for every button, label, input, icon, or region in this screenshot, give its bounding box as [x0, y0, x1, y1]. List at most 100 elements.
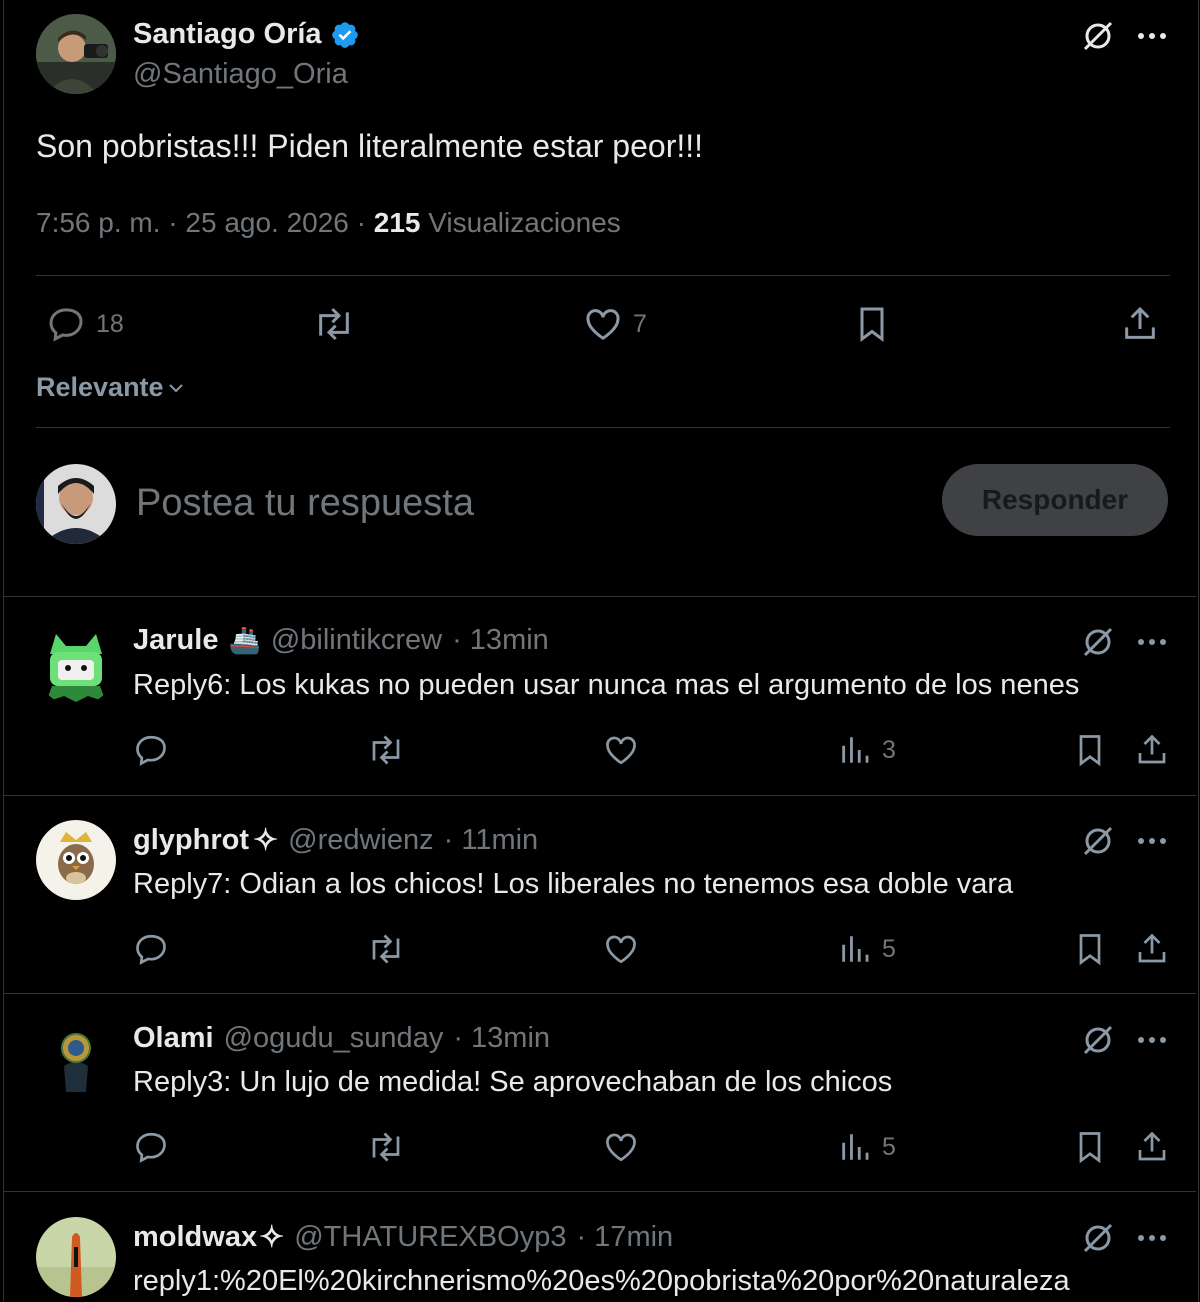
post-meta: 7:56 p. m. · 25 ago. 2026 · 215 Visualiz… [36, 207, 621, 239]
sparkle-badge-icon: ✧ [253, 824, 279, 857]
repost-button[interactable] [366, 1129, 406, 1165]
reply-submit-button[interactable]: Responder [942, 464, 1168, 536]
reply-icon [136, 1132, 166, 1163]
analytics-icon [842, 1134, 869, 1160]
like-count: 7 [633, 309, 647, 338]
more-options-icon[interactable] [1136, 632, 1168, 652]
share-icon [1138, 1131, 1166, 1161]
bookmark-button[interactable] [852, 304, 892, 344]
heart-icon [606, 736, 636, 765]
bookmark-button[interactable] [1072, 1129, 1108, 1165]
reply-author-handle[interactable]: @bilintikcrew [271, 624, 442, 657]
reply-author-handle[interactable]: @redwienz [288, 824, 434, 857]
share-button[interactable] [1134, 1129, 1170, 1165]
bookmark-icon [1079, 934, 1101, 966]
sort-label: Relevante [36, 372, 164, 402]
reply-button[interactable] [133, 1129, 169, 1165]
author-name[interactable]: Santiago Oría [133, 18, 322, 51]
author-avatar[interactable] [36, 14, 116, 94]
reply-input[interactable] [134, 474, 898, 532]
grok-icon[interactable] [1080, 624, 1116, 660]
bookmark-button[interactable] [1072, 732, 1108, 768]
share-button[interactable] [1120, 304, 1160, 344]
post-timestamp[interactable]: 7:56 p. m. · 25 ago. 2026 · [36, 207, 374, 238]
reply-count: 18 [96, 309, 124, 338]
divider [4, 596, 1196, 597]
reply-author-name[interactable]: Olami [133, 1022, 214, 1055]
like-button[interactable] [603, 732, 639, 768]
views-button[interactable]: 5 [838, 931, 896, 967]
share-icon [1138, 734, 1166, 764]
grok-icon[interactable] [1080, 18, 1116, 54]
more-options-icon[interactable] [1136, 831, 1168, 851]
reply-author-handle[interactable]: @ogudu_sunday [224, 1022, 444, 1055]
divider [4, 795, 1196, 796]
heart-icon [586, 309, 620, 340]
reply-avatar[interactable] [36, 626, 116, 706]
heart-icon [606, 935, 636, 964]
views-count: 215 [373, 207, 421, 238]
like-button[interactable] [603, 931, 639, 967]
reply-text: reply1:%20El%20kirchnerismo%20es%20pobri… [133, 1265, 1070, 1297]
repost-button[interactable] [312, 304, 356, 344]
share-button[interactable] [1134, 732, 1170, 768]
bookmark-icon [1079, 735, 1101, 767]
grok-icon[interactable] [1080, 1220, 1116, 1256]
reply-icon [136, 735, 166, 766]
reply-time[interactable]: · 11min [444, 824, 539, 857]
reply-time[interactable]: · 17min [576, 1221, 673, 1254]
reply-icon [49, 308, 83, 342]
divider [36, 275, 1170, 276]
bookmark-button[interactable] [1072, 931, 1108, 967]
like-button[interactable] [603, 1129, 639, 1165]
more-options-icon[interactable] [1136, 26, 1168, 46]
reply-author-handle[interactable]: @THATUREXBOyp3 [294, 1221, 566, 1254]
sort-dropdown[interactable]: Relevante [36, 372, 186, 403]
reply-submit-label: Responder [981, 484, 1129, 515]
reply-time[interactable]: · 13min [453, 1022, 550, 1055]
my-avatar [36, 464, 116, 544]
post-text: Son pobristas!!! Piden literalmente esta… [36, 128, 704, 164]
author-handle[interactable]: @Santiago_Oria [133, 58, 348, 91]
repost-icon [319, 307, 349, 341]
reply-avatar[interactable] [36, 820, 116, 900]
verified-badge-icon [330, 20, 360, 50]
reply-author-name[interactable]: moldwax [133, 1221, 257, 1254]
sparkle-badge-icon: ✧ [259, 1221, 285, 1254]
grok-icon[interactable] [1080, 823, 1116, 859]
reply-author-name[interactable]: glyphrot [133, 824, 249, 857]
reply-button[interactable] [133, 931, 169, 967]
like-button[interactable]: 7 [583, 304, 647, 344]
more-options-icon[interactable] [1136, 1228, 1168, 1248]
reply-avatar[interactable] [36, 1217, 116, 1297]
reply-author-name[interactable]: Jarule [133, 624, 218, 657]
grok-icon[interactable] [1080, 1022, 1116, 1058]
ship-emoji-icon: 🚢 [228, 625, 261, 655]
more-options-icon[interactable] [1136, 1030, 1168, 1050]
repost-button[interactable] [366, 732, 406, 768]
analytics-icon [842, 936, 869, 962]
share-icon [1125, 306, 1155, 339]
reply-button[interactable] [133, 732, 169, 768]
views-button[interactable]: 5 [838, 1129, 896, 1165]
views-label: Visualizaciones [420, 207, 621, 238]
analytics-icon [842, 737, 869, 763]
views-button[interactable]: 3 [838, 732, 896, 768]
reply-button[interactable]: 18 [46, 304, 124, 344]
bookmark-icon [860, 307, 884, 342]
share-icon [1138, 933, 1166, 963]
divider [36, 427, 1170, 428]
repost-icon [372, 1132, 400, 1162]
views-count: 3 [882, 735, 896, 764]
repost-icon [372, 934, 400, 964]
divider [4, 1191, 1196, 1192]
reply-icon [136, 934, 166, 965]
reply-time[interactable]: · 13min [452, 624, 549, 657]
heart-icon [606, 1133, 636, 1162]
bookmark-icon [1079, 1132, 1101, 1164]
divider [4, 993, 1196, 994]
reply-avatar[interactable] [36, 1022, 116, 1102]
repost-button[interactable] [366, 931, 406, 967]
share-button[interactable] [1134, 931, 1170, 967]
reply-text: Reply6: Los kukas no pueden usar nunca m… [133, 669, 1080, 701]
